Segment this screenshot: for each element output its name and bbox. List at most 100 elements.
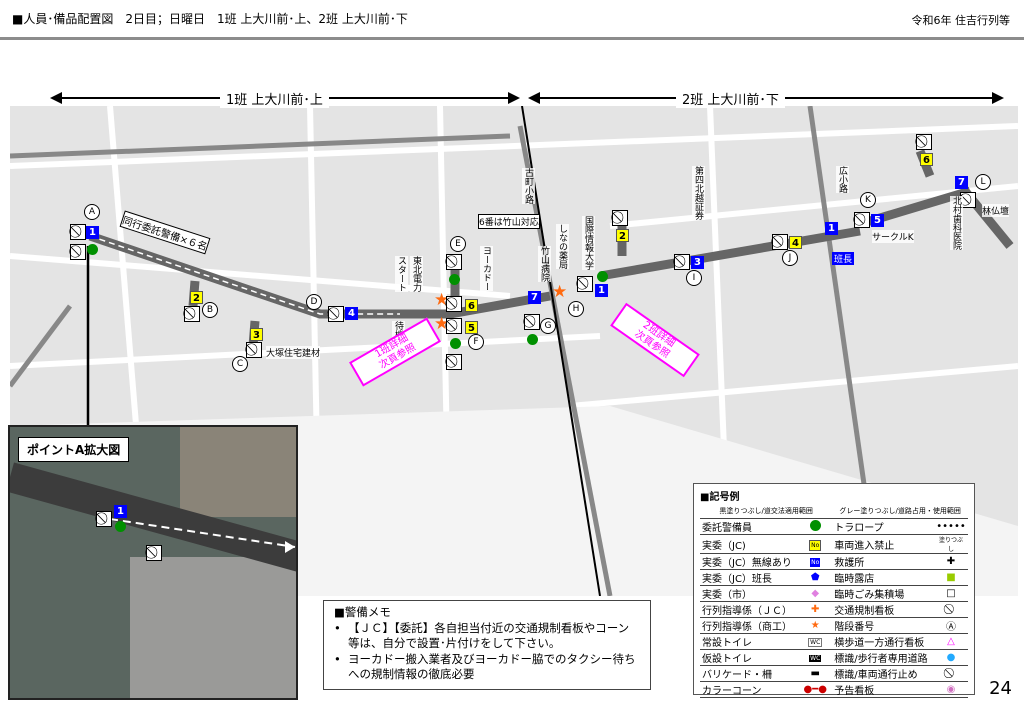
jc-radio-number: 3 <box>691 256 704 269</box>
jc-number: 2 <box>616 229 629 242</box>
toilet-icon: WC <box>808 638 822 647</box>
hiroshikoji-label: 広小路 <box>836 166 849 193</box>
jc-chief-number: 1 <box>114 505 127 518</box>
span-label-right: 2班 上大川前･下 <box>676 89 785 108</box>
legend-label: 常設トイレ <box>700 634 798 650</box>
shinano-label: しなの薬局 <box>556 224 569 269</box>
legend-label: 予告看板 <box>832 682 934 698</box>
jc-chief-icon: ⬟ <box>798 570 832 586</box>
legend-label: 実委（JC）無線あり <box>700 554 798 570</box>
memo-item: ヨーカドー搬入業者及びヨーカドー脇でのタクシー待ちへの規制情報の徹底必要 <box>334 652 640 683</box>
no-vehicle-icon: ⃠ <box>934 666 968 682</box>
legend-label: 行列指導係（ＪＣ） <box>700 602 798 618</box>
legend-label: 階段番号 <box>832 618 934 634</box>
legend-label: 標識/車両通行止め <box>832 666 934 682</box>
guard-dot <box>597 271 608 282</box>
legend-label: カラーコーン <box>700 682 798 698</box>
jc-number-icon: No <box>809 540 821 551</box>
legend: ■記号例 黒塗りつぶし/道交法適用範囲グレー塗りつぶし/道路占用・使用範囲 委託… <box>693 483 975 695</box>
start-label: スタート <box>395 256 408 292</box>
no-entry-sign: ⃠ <box>854 212 870 228</box>
point-b: B <box>202 302 218 318</box>
inset-aerial <box>10 427 298 700</box>
legend-label: 臨時露店 <box>832 570 934 586</box>
daishi-label: 第四北越証券 <box>692 166 705 220</box>
jc-number: 2 <box>190 291 203 304</box>
kokusai-label: 国際情報大学 <box>582 216 595 270</box>
legend-label: バリケード・柵 <box>700 666 798 682</box>
no-entry-sign: ⃠ <box>446 254 462 270</box>
legend-label: 横歩道一方通行看板 <box>832 634 934 650</box>
legend-label: 仮設トイレ <box>700 650 798 666</box>
span-label-left: 1班 上大川前･上 <box>220 89 329 108</box>
no-entry-sign: ⃠ <box>328 306 344 322</box>
jc-number: 5 <box>465 321 478 334</box>
inset-map-point-a: ポイントA拡大図 ⃠ 1 ⃠ <box>8 425 298 700</box>
no-entry-sign: ⃠ <box>524 314 540 330</box>
guard-dot <box>527 334 538 345</box>
jc-number: 4 <box>789 236 802 249</box>
no-entry-sign: ⃠ <box>772 234 788 250</box>
kitamura-label: 北村歯科医院 <box>950 196 963 250</box>
point-i: I <box>686 270 702 286</box>
temp-toilet-icon: WC <box>809 655 821 662</box>
takeyama-hospital-label: 竹山病院 <box>538 246 551 282</box>
guard-dot <box>115 521 126 532</box>
garbage-icon: □ <box>934 586 968 602</box>
point-k: K <box>860 192 876 208</box>
legend-label: トラロープ <box>832 519 934 535</box>
memo-title: ■警備メモ <box>334 605 640 621</box>
no-entry-sign: ⃠ <box>70 224 86 240</box>
no-entry-sign: ⃠ <box>70 244 86 260</box>
barricade-icon: ▬ <box>798 666 832 682</box>
memo-item: 【ＪＣ】【委託】各自担当付近の交通規制看板やコーン等は、自分で設置･片付けをして… <box>334 621 640 652</box>
otsuka-label: 大塚住宅建材 <box>266 346 320 359</box>
legend-title: ■記号例 <box>700 488 968 503</box>
jc-radio-number: 7 <box>528 291 541 304</box>
first-aid-icon: ✚ <box>934 554 968 570</box>
no-entry-sign: ⃠ <box>612 210 628 226</box>
security-memo: ■警備メモ 【ＪＣ】【委託】各自担当付近の交通規制看板やコーン等は、自分で設置･… <box>323 600 651 690</box>
fill-icon: 塗りつぶし <box>934 535 968 554</box>
notice-sign-icon: ◉ <box>934 682 968 698</box>
circle-k-label: サークルK <box>872 230 914 243</box>
point-c: C <box>232 356 248 372</box>
legend-label: 救護所 <box>832 554 934 570</box>
header-right: 令和6年 住吉行列等 <box>912 12 1011 28</box>
jc-number: 3 <box>250 328 263 341</box>
page-title: ■人員･備品配置図 2日目；日曜日 1班 上大川前･上、2班 上大川前･下 <box>12 10 408 27</box>
point-e: E <box>450 236 466 252</box>
legend-label: 車両進入禁止 <box>832 535 934 554</box>
no-entry-sign: ⃠ <box>446 354 462 370</box>
jc-radio-number: 1 <box>595 284 608 297</box>
legend-left-header: 黒塗りつぶし/道交法適用範囲 <box>700 503 832 519</box>
legend-label: 行列指導係（商工） <box>700 618 798 634</box>
guard-dot <box>449 274 460 285</box>
no-entry-sign: ⃠ <box>96 511 112 527</box>
no-entry-sign: ⃠ <box>446 296 462 312</box>
commerce-guide-star-icon: ★ <box>798 618 832 634</box>
pedestrian-sign-icon: ● <box>934 650 968 666</box>
one-way-triangle-icon: △ <box>934 634 968 650</box>
legend-label: 委託警備員 <box>700 519 798 535</box>
inset-title: ポイントA拡大図 <box>18 437 129 462</box>
no-entry-sign: ⃠ <box>146 545 162 561</box>
tohoku-label: 東北電力 <box>410 256 423 292</box>
header-divider <box>0 37 1024 40</box>
jc-guide-cross-icon: ✚ <box>798 602 832 618</box>
rinbutsu-label: 林仏壇 <box>982 204 1009 217</box>
point-f: F <box>468 334 484 350</box>
guard-dot <box>87 244 98 255</box>
legend-label: 臨時ごみ集積場 <box>832 586 934 602</box>
traffic-sign-icon: ⃠ <box>934 602 968 618</box>
rope-icon: ••••• <box>934 519 968 535</box>
jc-number: 6 <box>465 299 478 312</box>
point-h: H <box>568 301 584 317</box>
legend-label: 実委（市） <box>700 586 798 602</box>
guard-dot <box>450 338 461 349</box>
point-j: J <box>782 250 798 266</box>
takeyama-note: 6番は竹山対応 <box>478 214 540 229</box>
no-entry-sign: ⃠ <box>446 318 462 334</box>
point-l: L <box>975 174 991 190</box>
legend-label: 実委（JC）班長 <box>700 570 798 586</box>
